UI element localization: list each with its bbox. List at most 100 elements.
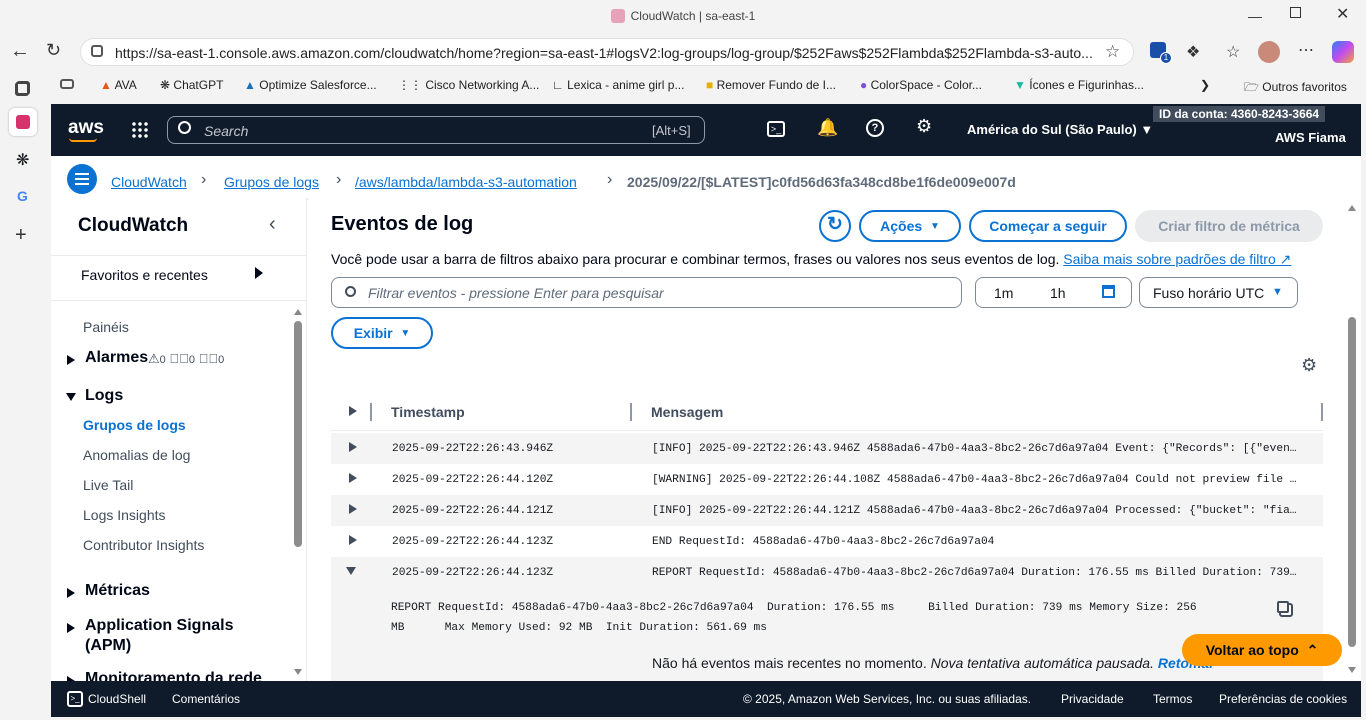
- column-timestamp[interactable]: Timestamp: [391, 404, 465, 420]
- caret-right-icon[interactable]: [67, 355, 75, 365]
- table-row[interactable]: 2025-09-22T22:26:44.120Z [WARNING] 2025-0…: [331, 464, 1323, 495]
- region-selector[interactable]: América do Sul (São Paulo) ▼: [967, 122, 1153, 137]
- bookmark-colorspace[interactable]: ● ColorSpace - Color...: [860, 78, 982, 92]
- notifications-bell-icon[interactable]: 🔔: [817, 118, 838, 138]
- time-1m[interactable]: 1m: [994, 285, 1013, 301]
- footer-feedback[interactable]: Comentários: [172, 692, 240, 706]
- bookmark-star-icon[interactable]: ☆: [1105, 42, 1120, 62]
- expand-row-icon[interactable]: [349, 504, 357, 514]
- breadcrumb-cloudwatch[interactable]: CloudWatch: [111, 174, 187, 190]
- aws-search-input[interactable]: Search [Alt+S]: [167, 116, 705, 144]
- create-metric-filter-button[interactable]: Criar filtro de métrica: [1135, 210, 1323, 242]
- footer-cloudshell[interactable]: CloudShell: [88, 692, 146, 706]
- main-scrollbar[interactable]: [1348, 317, 1356, 647]
- site-info-icon[interactable]: [91, 45, 103, 57]
- refresh-icon[interactable]: ↻: [46, 40, 61, 61]
- caret-right-icon[interactable]: [67, 588, 75, 598]
- scroll-up-icon[interactable]: [294, 309, 302, 315]
- sidebar-app-cloudwatch[interactable]: [9, 108, 37, 136]
- side-menu-toggle[interactable]: [67, 164, 97, 194]
- table-row[interactable]: 2025-09-22T22:26:44.123Z END RequestId: 4…: [331, 526, 1323, 557]
- nav-contributor-insights[interactable]: Contributor Insights: [83, 537, 204, 553]
- nav-logs-insights[interactable]: Logs Insights: [83, 507, 166, 523]
- help-icon[interactable]: ?: [866, 119, 884, 137]
- bookmark-salesforce[interactable]: ▲ Optimize Salesforce...: [244, 78, 377, 92]
- nav-application-signals[interactable]: Application Signals: [85, 617, 233, 635]
- favorites-recents[interactable]: Favoritos e recentes: [81, 267, 208, 283]
- bookmark-cisco[interactable]: ⋮⋮ Cisco Networking A...: [398, 78, 539, 92]
- restore-icon[interactable]: [1290, 7, 1301, 18]
- display-button[interactable]: Exibir ▼: [331, 317, 433, 349]
- expand-row-icon[interactable]: [349, 442, 357, 452]
- nav-metrics[interactable]: Métricas: [85, 582, 150, 600]
- services-grid-icon[interactable]: [131, 121, 149, 139]
- actions-button[interactable]: Ações ▼: [859, 210, 961, 242]
- time-1h[interactable]: 1h: [1050, 285, 1066, 301]
- collapse-row-icon[interactable]: [346, 567, 356, 575]
- nav-log-anomalies[interactable]: Anomalias de log: [83, 447, 190, 463]
- caret-right-icon[interactable]: [255, 267, 263, 279]
- more-menu-icon[interactable]: ⋯: [1298, 40, 1314, 60]
- expand-row-icon[interactable]: [349, 535, 357, 545]
- add-sidebar-icon[interactable]: +: [15, 224, 27, 247]
- bookmark-icones[interactable]: ▼ Ícones e Figurinhas...: [1014, 78, 1144, 92]
- copy-icon[interactable]: [1277, 601, 1289, 613]
- bookmark-lexica[interactable]: ∟ Lexica - anime girl p...: [552, 78, 684, 92]
- learn-more-link[interactable]: Saiba mais sobre padrões de filtro ↗: [1063, 251, 1291, 267]
- table-settings-gear-icon[interactable]: ⚙: [1301, 355, 1317, 376]
- bookmark-outros[interactable]: 🗁 Outros favoritos: [1244, 78, 1347, 99]
- caret-right-icon[interactable]: [67, 623, 75, 633]
- puzzle-icon[interactable]: ❖: [1186, 42, 1200, 62]
- timezone-select[interactable]: Fuso horário UTC ▼: [1139, 277, 1298, 308]
- calendar-icon[interactable]: [1102, 285, 1115, 298]
- breadcrumb-log-group[interactable]: /aws/lambda/lambda-s3-automation: [355, 174, 577, 190]
- bookmark-chatgpt[interactable]: ❋ ChatGPT: [160, 78, 223, 92]
- start-tail-button[interactable]: Começar a seguir: [969, 210, 1127, 242]
- expand-all-icon[interactable]: [349, 406, 357, 416]
- breadcrumb-log-groups[interactable]: Grupos de logs: [224, 174, 319, 190]
- scroll-down-icon[interactable]: [294, 669, 302, 675]
- url-field[interactable]: https://sa-east-1.console.aws.amazon.com…: [80, 38, 1134, 66]
- cloudshell-icon[interactable]: >_: [767, 121, 785, 137]
- footer-cookies[interactable]: Preferências de cookies: [1219, 692, 1347, 706]
- back-arrow-icon[interactable]: ←: [10, 40, 30, 63]
- bookmark-remover[interactable]: ■ Remover Fundo de I...: [706, 78, 836, 92]
- tab-actions-icon[interactable]: [16, 81, 30, 95]
- table-row[interactable]: 2025-09-22T22:26:43.946Z [INFO] 2025-09-2…: [331, 433, 1323, 464]
- nav-live-tail[interactable]: Live Tail: [83, 477, 133, 493]
- profile-avatar[interactable]: [1258, 41, 1280, 63]
- bookmarks-overflow-icon[interactable]: ❯: [1200, 78, 1210, 92]
- expand-row-icon[interactable]: [349, 473, 357, 483]
- minimize-icon[interactable]: —: [1248, 8, 1262, 24]
- column-message[interactable]: Mensagem: [651, 404, 723, 420]
- caret-down-icon[interactable]: [66, 393, 76, 401]
- nav-dashboards[interactable]: Painéis: [83, 319, 129, 335]
- scroll-up-icon[interactable]: [1348, 205, 1356, 211]
- collapse-nav-icon[interactable]: ‹: [269, 213, 276, 236]
- bookmark-ava[interactable]: ▲ AVA: [100, 78, 137, 92]
- close-icon[interactable]: ✕: [1336, 4, 1349, 24]
- settings-gear-icon[interactable]: ⚙: [916, 116, 932, 137]
- collections-icon[interactable]: [60, 79, 74, 89]
- chatgpt-side-icon[interactable]: ❋: [16, 150, 29, 170]
- bookmark-label: Lexica - anime girl p...: [567, 78, 685, 92]
- refresh-button[interactable]: ↻: [819, 210, 851, 242]
- nav-logs[interactable]: Logs: [85, 387, 123, 405]
- back-to-top-button[interactable]: Voltar ao topo ⌃: [1182, 634, 1342, 666]
- favorites-icon[interactable]: ☆: [1226, 42, 1240, 62]
- account-user-menu[interactable]: AWS Fiama: [1275, 130, 1346, 145]
- table-row-expanded[interactable]: 2025-09-22T22:26:44.123Z REPORT RequestI…: [331, 557, 1323, 647]
- nav-alarms[interactable]: Alarmes: [85, 349, 148, 367]
- filter-events-input[interactable]: Filtrar eventos - pressione Enter para p…: [331, 277, 962, 308]
- google-icon[interactable]: G: [17, 188, 28, 204]
- display-label: Exibir: [353, 325, 393, 341]
- copilot-icon[interactable]: [1332, 41, 1354, 63]
- footer-terms[interactable]: Termos: [1153, 692, 1192, 706]
- scroll-down-icon[interactable]: [1348, 667, 1356, 673]
- learn-more-label: Saiba mais sobre padrões de filtro: [1063, 251, 1276, 267]
- sidenav-scrollbar[interactable]: [294, 321, 302, 547]
- footer-privacy[interactable]: Privacidade: [1061, 692, 1124, 706]
- table-row[interactable]: 2025-09-22T22:26:44.121Z [INFO] 2025-09-2…: [331, 495, 1323, 526]
- aws-logo[interactable]: aws: [68, 117, 104, 139]
- nav-log-groups[interactable]: Grupos de logs: [83, 417, 186, 433]
